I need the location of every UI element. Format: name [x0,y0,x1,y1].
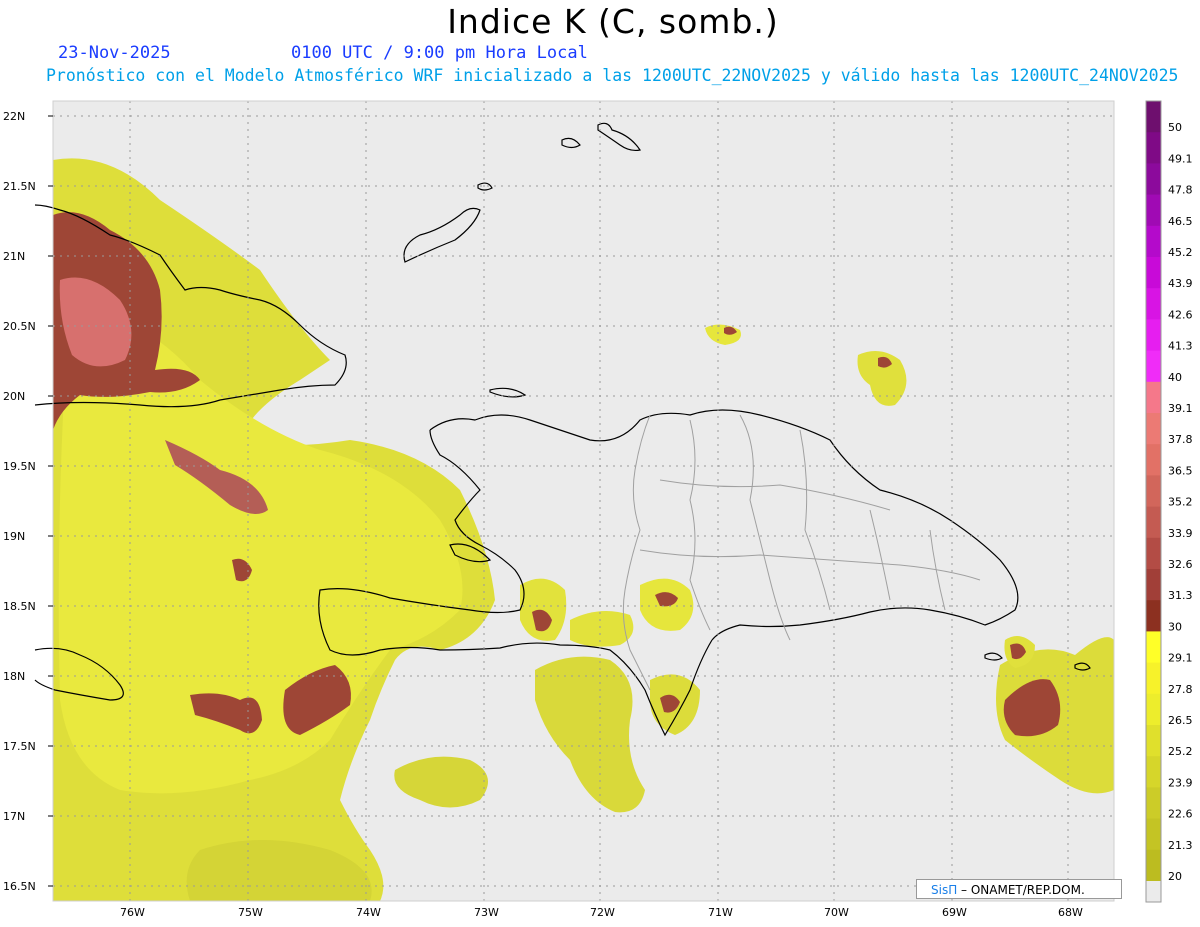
colorbar-label: 50 [1168,121,1182,134]
lat-label: 19.5N [3,460,36,473]
colorbar-label: 39.1 [1168,402,1193,415]
credit-box: SisΠ – ONAMET/REP.DOM. [916,879,1122,899]
lat-label: 21N [3,250,25,263]
colorbar-swatch [1146,569,1161,601]
colorbar-label: 32.6 [1168,558,1193,571]
colorbar-label: 49.1 [1168,152,1193,165]
colorbar-label: 30 [1168,620,1182,633]
colorbar-label: 36.5 [1168,464,1193,477]
lon-label: 70W [824,906,849,919]
colorbar-swatch [1146,319,1161,352]
colorbar-label: 41.3 [1168,340,1193,353]
lon-label: 71W [708,906,733,919]
k-index-map: 22N 21.5N 21N 20.5N 20N 19.5N 19N 18.5N … [3,100,1193,919]
colorbar-swatch [1146,225,1161,258]
colorbar-label: 25.2 [1168,745,1193,758]
lon-label: 72W [590,906,615,919]
colorbar-swatch [1146,631,1161,664]
colorbar-swatch [1146,600,1161,632]
lat-label: 21.5N [3,180,36,193]
colorbar-label: 21.3 [1168,839,1193,852]
lat-label: 20N [3,390,25,403]
lat-label: 16.5N [3,880,36,893]
lat-label: 19N [3,530,25,543]
colorbar-label: 33.9 [1168,527,1193,540]
credit-brand: SisΠ [931,883,958,897]
colorbar-swatch [1146,288,1161,320]
colorbar-label: 29.1 [1168,652,1193,665]
colorbar-swatch [1146,725,1161,757]
colorbar-swatch [1146,506,1161,539]
colorbar-swatch [1146,475,1161,508]
colorbar-swatch [1146,350,1161,383]
lon-label: 68W [1058,906,1083,919]
field-central-a [520,578,567,641]
lon-label: 74W [356,906,381,919]
colorbar: 50 49.1 47.8 46.5 45.2 43.9 42.6 41.3 40 39.1 37.8… [1145,100,1193,903]
colorbar-label: 45.2 [1168,246,1193,259]
colorbar-swatch [1146,693,1161,726]
colorbar-label: 46.5 [1168,215,1193,228]
colorbar-label: 37.8 [1168,433,1193,446]
colorbar-swatch [1146,132,1161,164]
colorbar-swatch [1146,756,1161,788]
lon-label: 69W [942,906,967,919]
colorbar-swatch [1146,537,1161,570]
colorbar-swatch [1146,163,1161,196]
colorbar-swatch [1146,787,1161,820]
lat-label: 17.5N [3,740,36,753]
colorbar-swatch [1146,849,1161,882]
colorbar-swatch [1146,444,1161,476]
lat-label: 22N [3,110,25,123]
lon-axis: 76W 75W 74W 73W 72W 71W 70W 69W 68W [120,906,1083,919]
colorbar-label: 26.5 [1168,714,1193,727]
colorbar-swatch [1146,381,1161,414]
lat-label: 20.5N [3,320,36,333]
colorbar-label: 22.6 [1168,808,1193,821]
colorbar-swatch [1146,194,1161,227]
colorbar-swatch [1146,881,1161,902]
colorbar-label: 40 [1168,371,1182,384]
colorbar-label: 23.9 [1168,776,1193,789]
colorbar-swatch [1146,662,1161,695]
colorbar-label: 43.9 [1168,277,1193,290]
colorbar-label: 35.2 [1168,496,1193,509]
colorbar-swatch [1146,101,1161,133]
colorbar-label: 20 [1168,870,1182,883]
colorbar-label: 31.3 [1168,589,1193,602]
lon-label: 75W [238,906,263,919]
lat-axis: 22N 21.5N 21N 20.5N 20N 19.5N 19N 18.5N … [3,110,53,893]
lon-label: 76W [120,906,145,919]
lat-label: 18.5N [3,600,36,613]
colorbar-label: 42.6 [1168,308,1193,321]
lat-label: 18N [3,670,25,683]
lat-label: 17N [3,810,25,823]
colorbar-swatch [1146,413,1161,445]
credit-text: – ONAMET/REP.DOM. [957,883,1085,897]
lon-label: 73W [474,906,499,919]
colorbar-swatch [1146,818,1161,851]
colorbar-label: 27.8 [1168,683,1193,696]
colorbar-swatch [1146,257,1161,289]
colorbar-label: 47.8 [1168,184,1193,197]
